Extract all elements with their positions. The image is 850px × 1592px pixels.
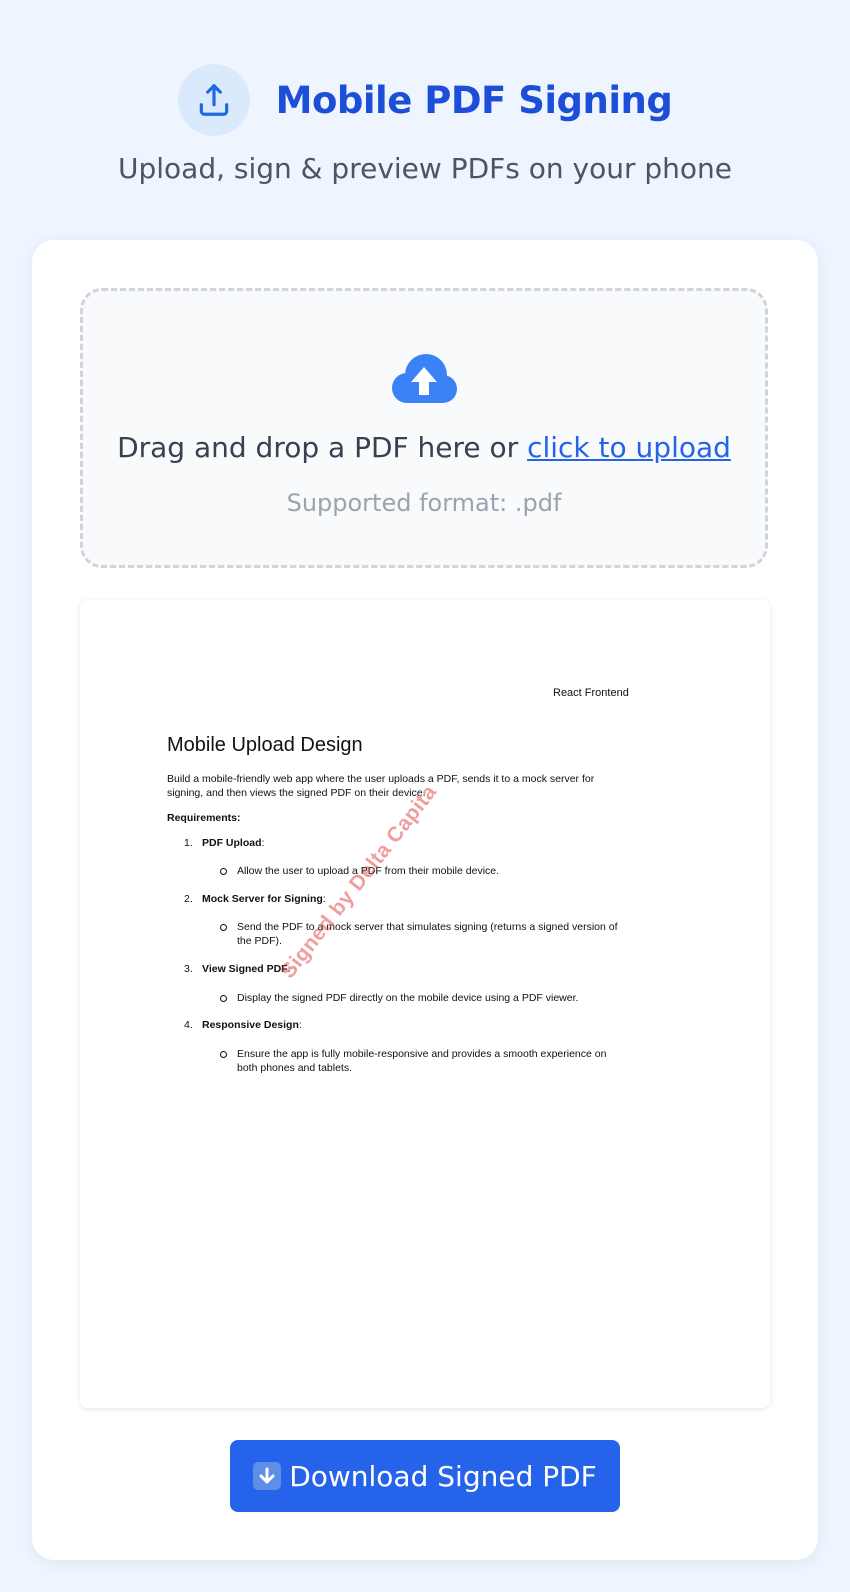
bullet-text: Display the signed PDF directly on the m…: [237, 992, 579, 1004]
signature-watermark: Signed by Delta Capita: [276, 780, 442, 983]
pdf-dropzone[interactable]: Drag and drop a PDF here or click to upl…: [80, 288, 768, 568]
supported-format-text: Supported format: .pdf: [286, 489, 562, 517]
item-number: 4.: [184, 1019, 193, 1031]
main-card: Drag and drop a PDF here or click to upl…: [32, 240, 818, 1560]
pdf-requirement-item: 4. Responsive Design:: [184, 1019, 302, 1031]
bullet-icon: [220, 924, 227, 931]
download-signed-pdf-button[interactable]: Download Signed PDF: [230, 1440, 620, 1512]
bullet-icon: [220, 995, 227, 1002]
pdf-title: Mobile Upload Design: [167, 734, 363, 756]
pdf-requirement-bullet: Display the signed PDF directly on the m…: [220, 991, 620, 1005]
bullet-text: Allow the user to upload a PDF from thei…: [237, 865, 500, 877]
upload-icon: [199, 84, 228, 116]
app-subtitle: Upload, sign & preview PDFs on your phon…: [117, 152, 732, 185]
item-title: Mock Server for Signing: [202, 893, 323, 905]
pdf-requirement-bullet: Send the PDF to a mock server that simul…: [220, 920, 620, 948]
click-to-upload-link[interactable]: click to upload: [527, 431, 731, 464]
pdf-intro: Build a mobile-friendly web app where th…: [167, 773, 595, 799]
pdf-requirement-item: 2. Mock Server for Signing:: [184, 893, 326, 905]
down-arrow-icon: [253, 1462, 282, 1490]
down-arrow-glyph: [259, 1467, 275, 1484]
download-button-label: Download Signed PDF: [289, 1459, 597, 1493]
pdf-requirement-bullet: Ensure the app is fully mobile-responsiv…: [220, 1047, 620, 1075]
item-title: PDF Upload: [202, 837, 262, 849]
cloud-upload-icon-wrap: [83, 351, 765, 407]
pdf-requirement-item: 3. View Signed PDF:: [184, 963, 291, 975]
pdf-header-text: React Frontend: [553, 687, 629, 699]
item-title: Responsive Design: [202, 1019, 299, 1031]
app-header: Mobile PDF Signing: [0, 64, 850, 136]
cloud-upload-icon: [392, 354, 457, 403]
pdf-requirements-label: Requirements:: [167, 812, 241, 824]
item-number: 3.: [184, 963, 193, 975]
dropzone-text: Drag and drop a PDF here or: [117, 431, 528, 464]
item-number: 2.: [184, 893, 193, 905]
dropzone-instructions: Drag and drop a PDF here or click to upl…: [83, 431, 765, 464]
pdf-preview[interactable]: React Frontend Mobile Upload Design Buil…: [80, 600, 770, 1408]
pdf-requirement-bullet: Allow the user to upload a PDF from thei…: [220, 864, 620, 878]
bullet-icon: [220, 868, 227, 875]
logo-badge: [177, 64, 250, 136]
app-title: Mobile PDF Signing: [275, 78, 673, 122]
bullet-text: Ensure the app is fully mobile-responsiv…: [237, 1048, 607, 1074]
pdf-requirement-item: 1. PDF Upload:: [184, 837, 265, 849]
bullet-icon: [220, 1051, 227, 1058]
item-title: View Signed PDF: [202, 963, 288, 975]
item-number: 1.: [184, 837, 193, 849]
